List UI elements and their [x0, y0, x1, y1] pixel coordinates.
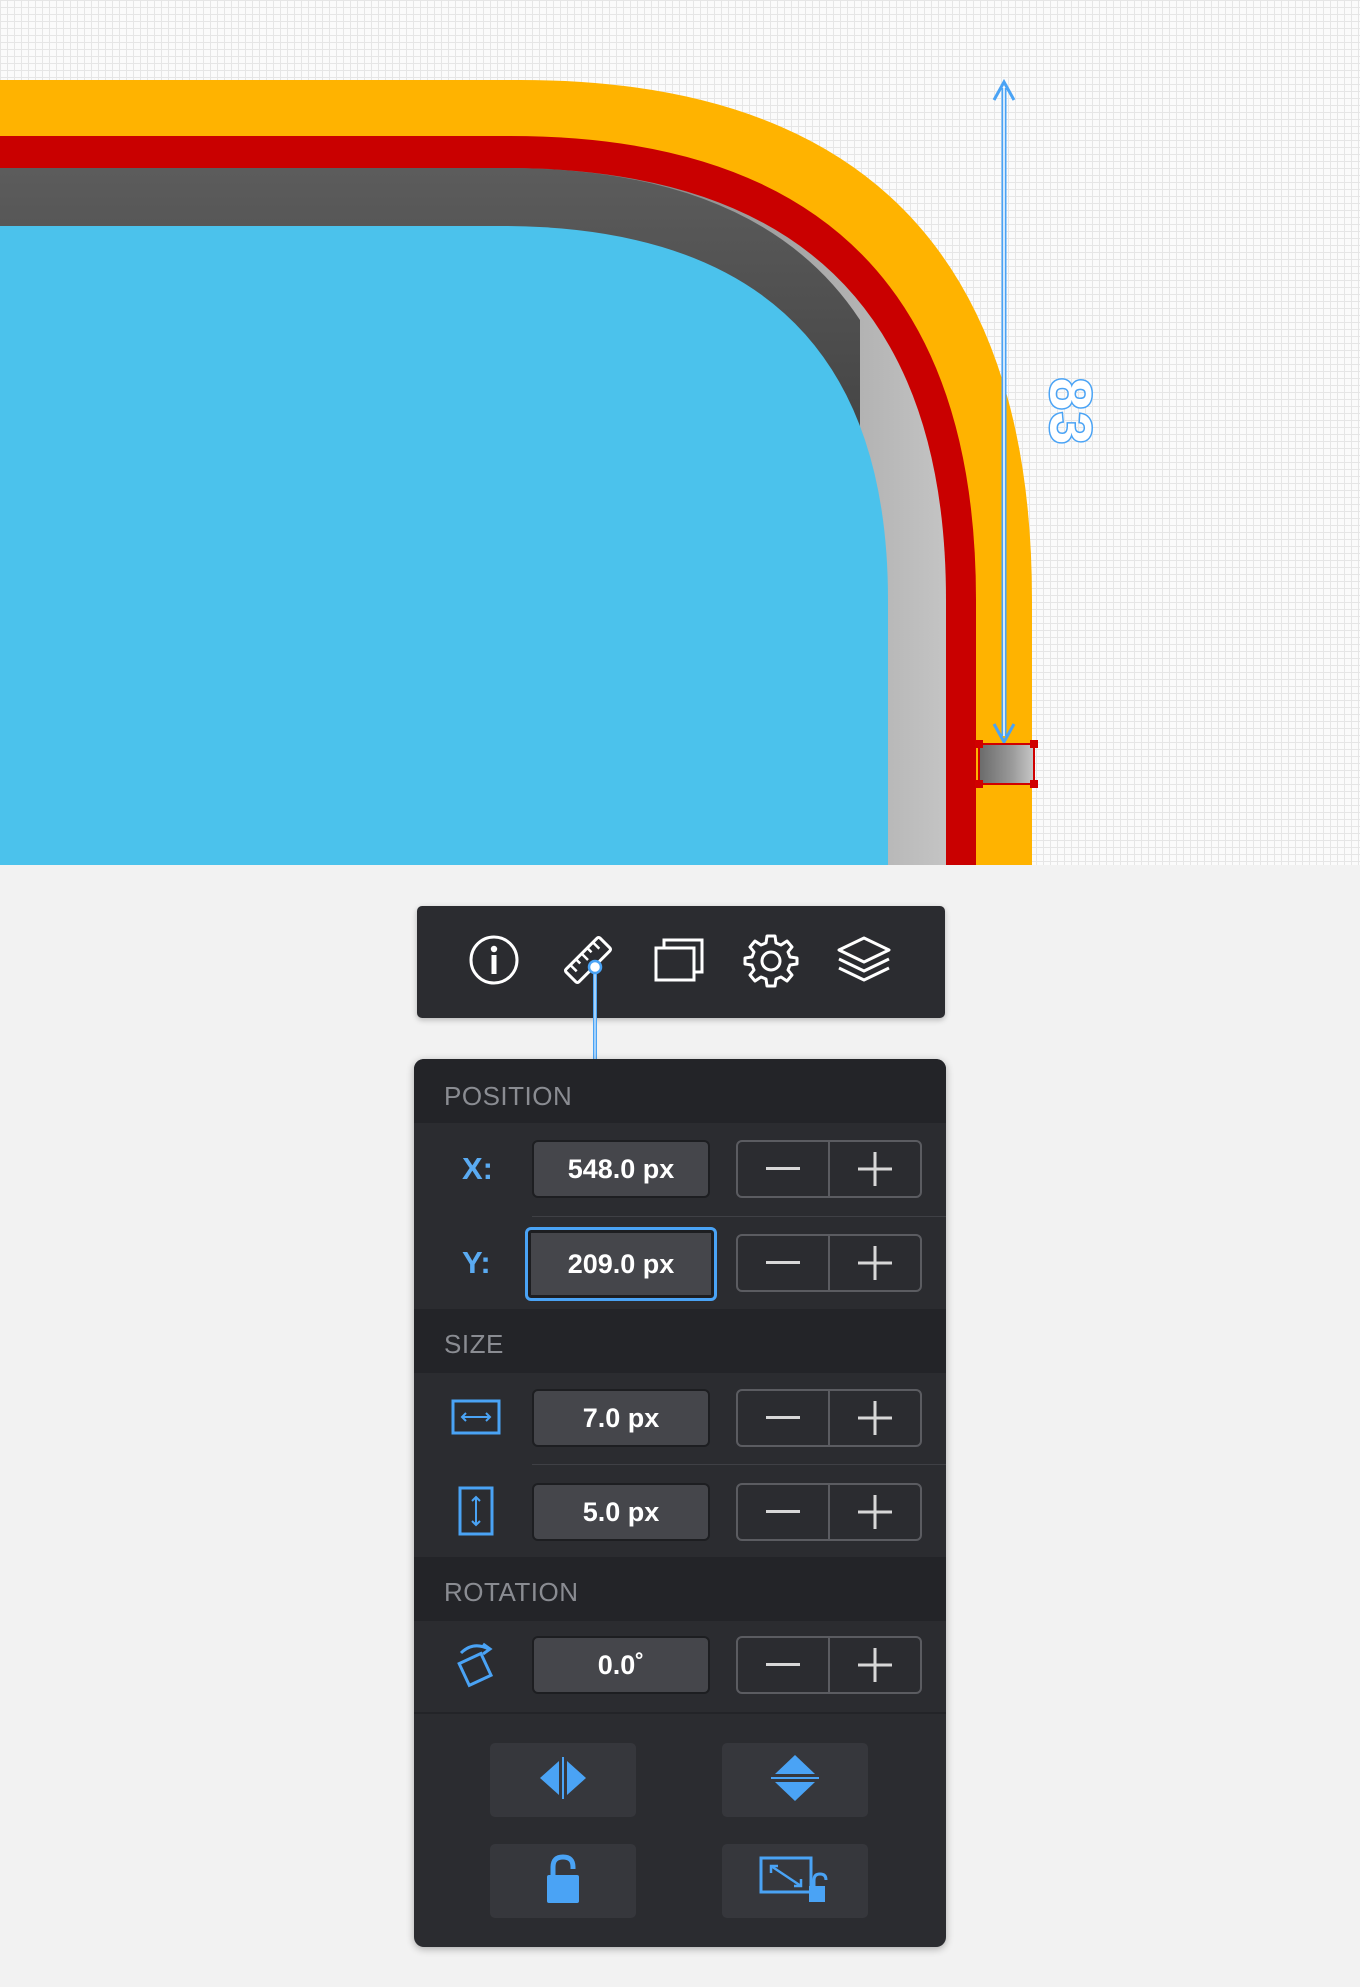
row-divider	[532, 1464, 946, 1465]
width-icon	[446, 1387, 506, 1447]
plus-icon	[858, 1152, 892, 1186]
flip-vertical-button[interactable]	[722, 1743, 868, 1817]
y-stepper	[736, 1234, 922, 1292]
width-stepper	[736, 1389, 922, 1447]
minus-icon	[766, 1510, 800, 1513]
artwork	[0, 78, 1038, 865]
flip-vertical-icon	[769, 1751, 821, 1810]
x-decrement-button[interactable]	[738, 1142, 828, 1196]
flip-horizontal-icon	[536, 1756, 590, 1804]
lock-button[interactable]	[490, 1844, 636, 1918]
layers-icon	[833, 930, 895, 995]
y-decrement-button[interactable]	[738, 1236, 828, 1290]
measurement-label: 83	[1036, 376, 1104, 448]
height-increment-button[interactable]	[828, 1485, 920, 1539]
artboard-canvas[interactable]: 83	[0, 0, 1360, 865]
y-increment-button[interactable]	[828, 1236, 920, 1290]
rotation-field[interactable]: 0.0˚	[532, 1636, 710, 1694]
rotation-stepper	[736, 1636, 922, 1694]
scale-lock-button[interactable]	[722, 1844, 868, 1918]
section-divider	[414, 1712, 946, 1714]
height-stepper	[736, 1483, 922, 1541]
screen-area	[0, 226, 888, 865]
x-position-field[interactable]: 548.0 px	[532, 1140, 710, 1198]
plus-icon	[858, 1246, 892, 1280]
y-position-field[interactable]: 209.0 px	[525, 1227, 717, 1301]
position-heading: POSITION	[444, 1081, 573, 1111]
size-heading: SIZE	[444, 1329, 504, 1359]
width-increment-button[interactable]	[828, 1391, 920, 1445]
toolbar-settings-button[interactable]	[733, 924, 809, 1000]
row-divider	[532, 1216, 946, 1217]
minus-icon	[766, 1416, 800, 1419]
rotation-section-header: ROTATION	[414, 1557, 946, 1621]
rotation-increment-button[interactable]	[828, 1638, 920, 1692]
gear-icon	[741, 930, 801, 995]
active-tab-connector	[587, 959, 603, 1060]
x-stepper	[736, 1140, 922, 1198]
toolbar-artboards-button[interactable]	[640, 924, 716, 1000]
height-icon	[446, 1481, 506, 1541]
width-field[interactable]: 7.0 px	[532, 1389, 710, 1447]
flip-horizontal-button[interactable]	[490, 1743, 636, 1817]
minus-icon	[766, 1261, 800, 1264]
x-increment-button[interactable]	[828, 1142, 920, 1196]
minus-icon	[766, 1663, 800, 1666]
size-section-header: SIZE	[414, 1309, 946, 1373]
artboard-icon	[648, 930, 708, 995]
toolbar-info-button[interactable]	[456, 924, 532, 1000]
minus-icon	[766, 1167, 800, 1170]
plus-icon	[858, 1495, 892, 1529]
transform-panel: POSITION X: 548.0 px Y: 209.0 px SIZE 7.…	[414, 1059, 946, 1947]
x-label: X:	[462, 1151, 493, 1186]
scale-unlock-icon	[757, 1854, 833, 1909]
width-decrement-button[interactable]	[738, 1391, 828, 1445]
plus-icon	[858, 1648, 892, 1682]
plus-icon	[858, 1401, 892, 1435]
rotate-icon	[446, 1634, 506, 1694]
height-decrement-button[interactable]	[738, 1485, 828, 1539]
rotation-heading: ROTATION	[444, 1577, 579, 1607]
rotation-decrement-button[interactable]	[738, 1638, 828, 1692]
height-field[interactable]: 5.0 px	[532, 1483, 710, 1541]
toolbar-layers-button[interactable]	[826, 924, 902, 1000]
position-section-header: POSITION	[414, 1059, 946, 1123]
info-icon	[466, 932, 522, 993]
selected-shape	[975, 740, 1038, 788]
y-label: Y:	[462, 1245, 491, 1280]
unlock-icon	[543, 1853, 583, 1910]
